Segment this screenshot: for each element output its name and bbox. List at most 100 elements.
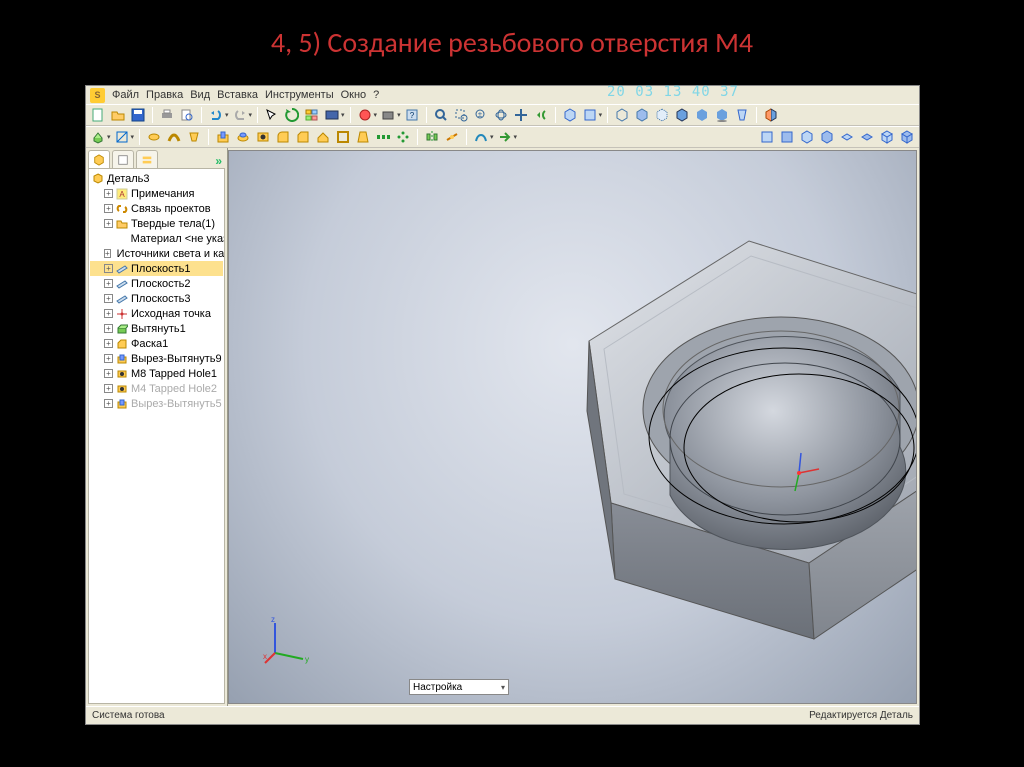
menu-insert[interactable]: Вставка [217,89,258,101]
revolve-icon[interactable] [145,128,163,146]
tree-item[interactable]: +Источники света и камеры [90,246,223,261]
right-view-icon[interactable] [818,128,836,146]
left-view-icon[interactable] [798,128,816,146]
tree-item[interactable]: +Вырез-Вытянуть5 [90,396,223,411]
circular-pattern-icon[interactable] [394,128,412,146]
tree-item-label: Вырез-Вытянуть5 [131,398,222,410]
pan-icon[interactable] [512,106,530,124]
draft-icon[interactable] [354,128,372,146]
viewport-3d[interactable]: z y x Настройка [228,150,917,704]
iso-view-icon[interactable] [561,106,579,124]
extrude-boss-icon[interactable] [89,128,107,146]
wireframe-icon[interactable] [613,106,631,124]
mirror-icon[interactable] [423,128,441,146]
linear-pattern-icon[interactable] [374,128,392,146]
options-icon[interactable] [303,106,321,124]
undo-icon[interactable] [207,106,225,124]
config-manager-tab[interactable] [136,150,158,168]
menu-edit[interactable]: Правка [146,89,183,101]
tree-item[interactable]: +Твердые тела(1) [90,216,223,231]
isometric-view-icon[interactable] [878,128,896,146]
property-manager-tab[interactable] [112,150,134,168]
prev-view-icon[interactable] [532,106,550,124]
sweep-icon[interactable] [165,128,183,146]
curves-icon[interactable] [472,128,490,146]
feature-tree-tab[interactable] [88,150,110,168]
tree-item[interactable]: +Плоскость1 [90,261,223,276]
tree-item[interactable]: +Исходная точка [90,306,223,321]
new-icon[interactable] [89,106,107,124]
menu-view[interactable]: Вид [190,89,210,101]
loft-icon[interactable] [185,128,203,146]
perspective-icon[interactable] [733,106,751,124]
tree-item[interactable]: +Вырез-Вытянуть9 [90,351,223,366]
hidden-removed-icon[interactable] [633,106,651,124]
hidden-visible-icon[interactable] [653,106,671,124]
tree-root[interactable]: Деталь3 [90,171,223,186]
tree-item-label: Плоскость2 [131,278,191,290]
toolbar-standard: ▾ ▾ ▾ ▾ ▾ ? ± ▾ [86,104,919,126]
preview-icon[interactable] [178,106,196,124]
shaded-edges-icon[interactable] [673,106,691,124]
zoom-in-out-icon[interactable]: ± [472,106,490,124]
sketch-icon[interactable] [113,128,131,146]
redo-icon[interactable] [231,106,249,124]
feature-tree[interactable]: Деталь3 +AПримечания+Связь проектов+Твер… [88,168,225,704]
tree-item[interactable]: +M8 Tapped Hole1 [90,366,223,381]
tree-item-label: M8 Tapped Hole1 [131,368,217,380]
chamfer-icon[interactable] [294,128,312,146]
help-icon[interactable]: ? [403,106,421,124]
print-icon[interactable] [158,106,176,124]
rib-icon[interactable] [314,128,332,146]
select-icon[interactable] [263,106,281,124]
menu-file[interactable]: Файл [112,89,139,101]
reference-geom-icon[interactable] [443,128,461,146]
open-icon[interactable] [109,106,127,124]
section-view-icon[interactable] [762,106,780,124]
revolve-cut-icon[interactable] [234,128,252,146]
app-icon: S [90,88,105,103]
tree-item[interactable]: +M4 Tapped Hole2 [90,381,223,396]
svg-text:A: A [119,190,125,199]
move-copy-icon[interactable] [496,128,514,146]
toolbox-icon[interactable] [379,106,397,124]
dimetric-view-icon[interactable] [898,128,916,146]
view-settings-select[interactable]: Настройка [409,679,509,695]
collapse-pane-icon[interactable]: » [215,154,222,168]
tree-item[interactable]: +Плоскость3 [90,291,223,306]
normal-to-icon[interactable] [581,106,599,124]
front-view-icon[interactable] [758,128,776,146]
hole-wizard-icon[interactable] [254,128,272,146]
zoom-fit-icon[interactable] [432,106,450,124]
tree-item-label: Материал <не указан> [131,233,225,245]
tree-item-label: Плоскость1 [131,263,191,275]
shadow-icon[interactable] [713,106,731,124]
appearance-icon[interactable] [356,106,374,124]
slide-title: 4, 5) Создание резьбового отверстия M4 [0,0,1024,70]
rotate-icon[interactable] [492,106,510,124]
fillet-icon[interactable] [274,128,292,146]
tree-item[interactable]: +AПримечания [90,186,223,201]
rebuild-icon[interactable] [283,106,301,124]
menu-tools[interactable]: Инструменты [265,89,334,101]
zoom-area-icon[interactable] [452,106,470,124]
menu-help[interactable]: ? [373,89,379,101]
menu-window[interactable]: Окно [341,89,367,101]
tree-item[interactable]: +Плоскость2 [90,276,223,291]
extrude-cut-icon[interactable] [214,128,232,146]
model-nut [469,211,917,671]
top-view-icon[interactable] [838,128,856,146]
view-settings-label: Настройка [413,682,462,693]
shell-icon[interactable] [334,128,352,146]
tree-item[interactable]: +Связь проектов [90,201,223,216]
svg-text:x: x [263,652,267,661]
back-view-icon[interactable] [778,128,796,146]
tree-item[interactable]: +Фаска1 [90,336,223,351]
shaded-icon[interactable] [693,106,711,124]
screen-capture-icon[interactable] [323,106,341,124]
tree-item[interactable]: +Материал <не указан> [90,231,223,246]
bottom-view-icon[interactable] [858,128,876,146]
tree-item[interactable]: +Вытянуть1 [90,321,223,336]
statusbar: Система готова Редактируется Деталь [86,706,919,724]
save-icon[interactable] [129,106,147,124]
